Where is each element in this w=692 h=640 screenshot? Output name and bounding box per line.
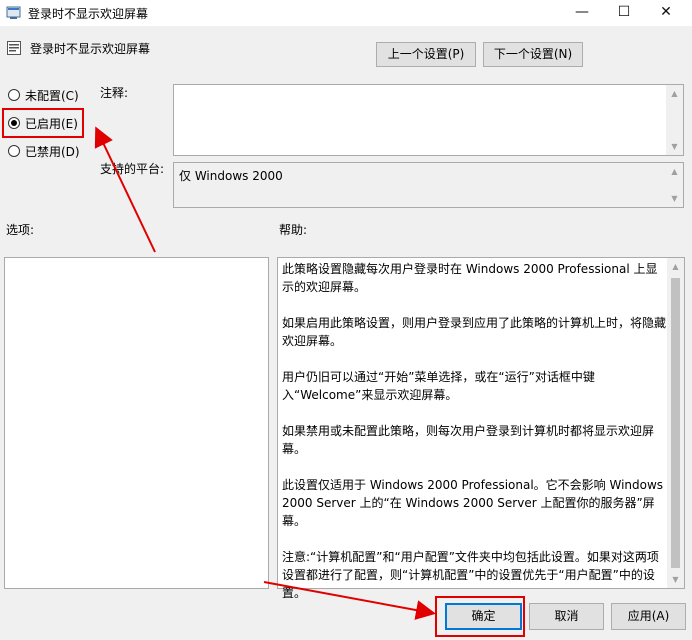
options-label: 选项: [6, 223, 35, 237]
radio-not-configured-label: 未配置(C) [25, 88, 79, 103]
ok-highlight-box [435, 596, 525, 637]
enabled-highlight-box [2, 108, 84, 138]
apply-button[interactable]: 应用(A) [611, 603, 686, 630]
help-paragraph: 用户仍旧可以通过“开始”菜单选择，或在“运行”对话框中键入“Welcome”来显… [282, 370, 595, 402]
policy-window-icon [6, 6, 21, 19]
radio-disabled-label: 已禁用(D) [25, 144, 80, 159]
help-text: 此策略设置隐藏每次用户登录时在 Windows 2000 Professiona… [282, 260, 668, 620]
scroll-down-icon[interactable]: ▼ [666, 190, 683, 207]
platform-field: 仅 Windows 2000 ▲ ▼ [173, 162, 684, 208]
title-bar: 登录时不显示欢迎屏幕 — ☐ ✕ [0, 0, 692, 26]
comment-label: 注释: [100, 86, 129, 100]
maximize-button[interactable]: ☐ [604, 0, 644, 26]
scroll-up-icon[interactable]: ▲ [667, 258, 684, 275]
next-setting-button[interactable]: 下一个设置(N) [483, 42, 583, 67]
arrow-to-enabled-icon [94, 126, 156, 253]
previous-setting-button[interactable]: 上一个设置(P) [376, 42, 476, 67]
radio-not-configured-circle[interactable] [8, 89, 20, 101]
minimize-button[interactable]: — [562, 0, 602, 26]
help-paragraph: 此策略设置隐藏每次用户登录时在 Windows 2000 Professiona… [282, 262, 658, 294]
radio-not-configured[interactable]: 未配置(C) [8, 86, 79, 104]
platform-value: 仅 Windows 2000 [179, 169, 283, 183]
help-paragraph: 如果禁用或未配置此策略，则每次用户登录到计算机时都将显示欢迎屏幕。 [282, 424, 655, 456]
help-scrollbar[interactable]: ▲ ▼ [667, 258, 684, 588]
close-button[interactable]: ✕ [646, 0, 686, 26]
help-paragraph: 注意:“计算机配置”和“用户配置”文件夹中均包括此设置。如果对这两项设置都进行了… [282, 550, 659, 600]
scroll-up-icon[interactable]: ▲ [666, 163, 683, 180]
scroll-down-icon[interactable]: ▼ [667, 571, 684, 588]
help-label: 帮助: [279, 223, 308, 237]
scroll-thumb[interactable] [671, 278, 680, 568]
scroll-up-icon[interactable]: ▲ [666, 85, 683, 102]
help-paragraph: 此设置仅适用于 Windows 2000 Professional。它不会影响 … [282, 478, 664, 528]
cancel-button[interactable]: 取消 [529, 603, 604, 630]
help-paragraph: 如果启用此策略设置，则用户登录到应用了此策略的计算机上时，将隐藏欢迎屏幕。 [282, 316, 667, 348]
comment-textarea[interactable]: ▲ ▼ [173, 84, 684, 156]
scroll-down-icon[interactable]: ▼ [666, 138, 683, 155]
platform-label: 支持的平台: [100, 162, 165, 176]
policy-name: 登录时不显示欢迎屏幕 [30, 42, 151, 56]
radio-disabled[interactable]: 已禁用(D) [8, 142, 80, 160]
options-panel [4, 257, 269, 589]
policy-setting-icon [7, 41, 21, 55]
platform-scrollbar[interactable]: ▲ ▼ [666, 163, 683, 207]
radio-disabled-circle[interactable] [8, 145, 20, 157]
window-title: 登录时不显示欢迎屏幕 [28, 7, 149, 21]
comment-scrollbar[interactable]: ▲ ▼ [666, 85, 683, 155]
